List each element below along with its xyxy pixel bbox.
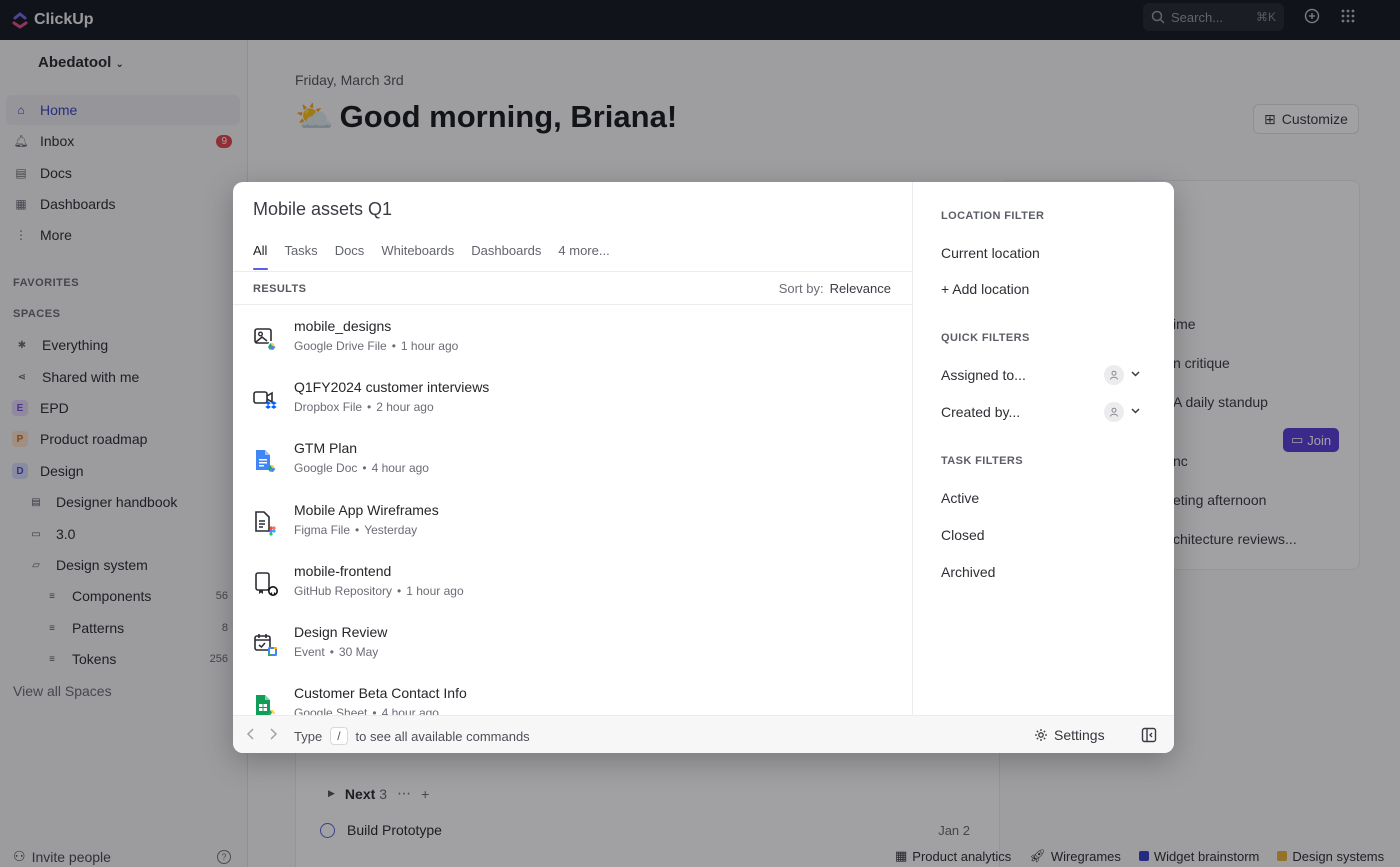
modal-footer: Type / to see all available commands Set… [233, 715, 1174, 753]
slash-key: / [330, 727, 348, 745]
results-list: mobile_designs Google Drive File • 1 hour … [233, 306, 912, 715]
result-row[interactable]: Design Review Event • 30 May [233, 612, 912, 673]
result-row[interactable]: Customer Beta Contact Info Google Sheet •… [233, 673, 912, 715]
result-title: Customer Beta Contact Info [294, 685, 467, 701]
history-nav [246, 727, 278, 741]
result-row[interactable]: GTM Plan Google Doc • 4 hour ago [233, 428, 912, 489]
search-results-pane: All Tasks Docs Whiteboards Dashboards 4 … [233, 182, 912, 715]
chevron-down-icon[interactable] [1130, 368, 1141, 382]
gdoc-icon [256, 450, 276, 472]
tab-docs[interactable]: Docs [335, 243, 365, 270]
result-meta: Figma File • Yesterday [294, 523, 418, 537]
filter-active[interactable]: Active [941, 490, 979, 506]
filters-pane: LOCATION FILTER Current location + Add l… [912, 182, 1174, 715]
tab-all[interactable]: All [253, 243, 269, 270]
tab-whiteboards[interactable]: Whiteboards [381, 243, 454, 270]
tab-tasks[interactable]: Tasks [284, 243, 317, 270]
results-label: RESULTS [253, 283, 307, 295]
user-avatar-icon[interactable] [1104, 402, 1124, 422]
video-dropbox-icon [253, 391, 277, 409]
result-row[interactable]: Mobile App Wireframes Figma File • Yesterd… [233, 490, 912, 551]
figma-file-icon [255, 511, 276, 536]
divider [233, 304, 912, 305]
result-meta: Google Sheet • 4 hour ago [294, 706, 439, 715]
search-input[interactable] [253, 199, 853, 220]
task-filters-label: TASK FILTERS [941, 455, 1023, 467]
result-meta: Event • 30 May [294, 645, 379, 659]
image-gdrive-icon [254, 328, 276, 351]
back-arrow-icon[interactable] [246, 727, 256, 741]
filter-archived[interactable]: Archived [941, 564, 995, 580]
sort-control[interactable]: Sort by: Relevance [779, 281, 891, 296]
result-row[interactable]: Q1FY2024 customer interviews Dropbox Fil… [233, 367, 912, 428]
current-location-filter[interactable]: Current location [941, 245, 1040, 261]
result-title: GTM Plan [294, 440, 358, 456]
quick-filters-label: QUICK FILTERS [941, 332, 1030, 344]
result-title: Design Review [294, 624, 388, 640]
result-type-tabs: All Tasks Docs Whiteboards Dashboards 4 … [253, 243, 610, 270]
result-meta: GitHub Repository • 1 hour ago [294, 584, 464, 598]
calendar-event-icon [254, 634, 277, 656]
chevron-down-icon[interactable] [1130, 405, 1141, 419]
result-title: mobile-frontend [294, 563, 392, 579]
result-title: Q1FY2024 customer interviews [294, 379, 490, 395]
result-meta: Dropbox File • 2 hour ago [294, 400, 434, 414]
gsheet-icon [256, 695, 276, 715]
result-title: mobile_designs [294, 318, 392, 334]
created-by-filter[interactable]: Created by... [941, 404, 1020, 420]
search-modal: All Tasks Docs Whiteboards Dashboards 4 … [233, 182, 1174, 753]
forward-arrow-icon[interactable] [268, 727, 278, 741]
tab-dashboards[interactable]: Dashboards [471, 243, 541, 270]
result-title: Mobile App Wireframes [294, 502, 439, 518]
assigned-to-filter[interactable]: Assigned to... [941, 367, 1026, 383]
divider [233, 271, 912, 272]
filter-closed[interactable]: Closed [941, 527, 985, 543]
result-meta: Google Doc • 4 hour ago [294, 461, 429, 475]
result-meta: Google Drive File • 1 hour ago [294, 339, 459, 353]
add-location-button[interactable]: + Add location [941, 281, 1029, 297]
sort-value: Relevance [829, 281, 891, 296]
result-row[interactable]: mobile_designs Google Drive File • 1 hour … [233, 306, 912, 367]
github-repo-icon [255, 572, 278, 596]
settings-button[interactable]: Settings [1034, 724, 1105, 746]
command-hint: Type / to see all available commands [294, 727, 530, 745]
tab-more[interactable]: 4 more... [558, 243, 609, 270]
gear-icon [1035, 729, 1047, 741]
user-avatar-icon[interactable] [1104, 365, 1124, 385]
toggle-filters-panel-icon[interactable] [1141, 727, 1157, 743]
result-row[interactable]: mobile-frontend GitHub Repository • 1 hour… [233, 551, 912, 612]
location-filter-label: LOCATION FILTER [941, 210, 1045, 222]
